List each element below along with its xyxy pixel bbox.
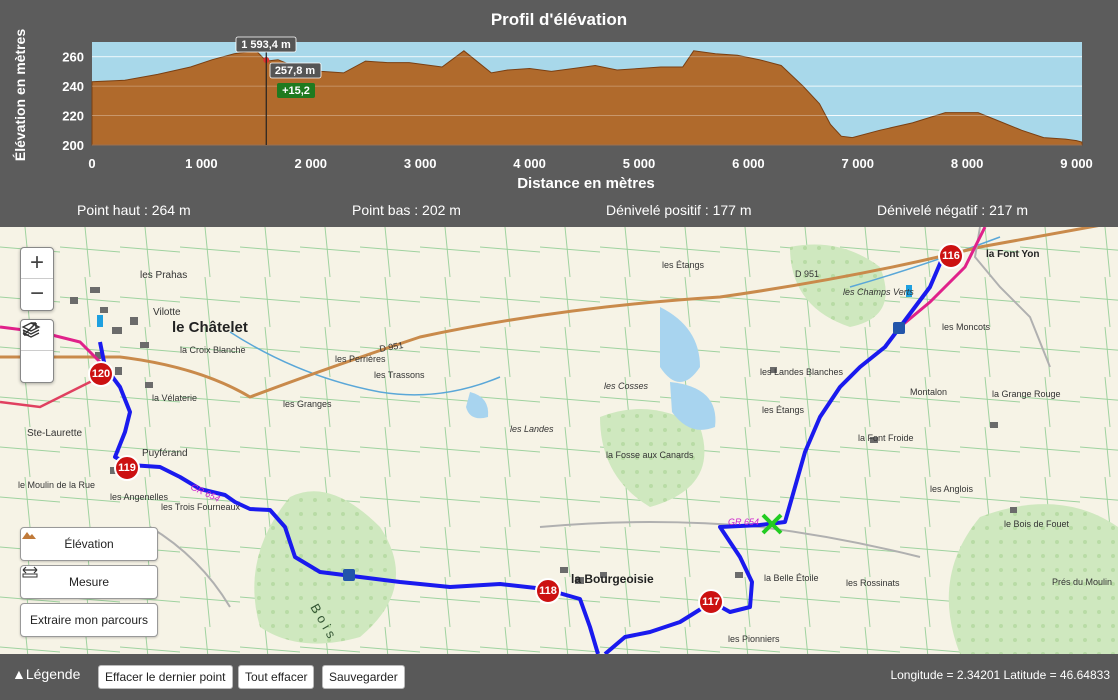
chart-title: Profil d'élévation [491, 10, 627, 29]
place-label: les Pionniers [728, 634, 780, 644]
save-button[interactable]: Sauvegarder [322, 665, 405, 689]
place-label: les Trassons [374, 370, 425, 380]
x-tick-label: 5 000 [623, 156, 656, 171]
clear-all-button[interactable]: Tout effacer [238, 665, 315, 689]
x-tick-label: 7 000 [841, 156, 874, 171]
route-marker[interactable]: 120 [88, 361, 114, 387]
x-tick-label: 3 000 [404, 156, 437, 171]
measure-button[interactable]: Mesure [20, 565, 158, 599]
x-tick-label: 4 000 [513, 156, 546, 171]
info-sign-icon[interactable] [893, 322, 905, 334]
place-label: la Font Froide [858, 433, 914, 443]
svg-text:257,8 m: 257,8 m [275, 65, 316, 77]
elevation-chart: Profil d'élévation Élévation en mètres D… [12, 10, 1093, 192]
place-label: les Moncots [942, 322, 991, 332]
cursor-distance-label: 1 593,4 m [235, 36, 297, 53]
info-sign-icon[interactable] [343, 569, 355, 581]
mountain-icon [22, 532, 36, 539]
cursor-gain-badge: +15,2 [277, 83, 315, 98]
extract-route-button[interactable]: Extraire mon parcours [20, 603, 158, 637]
place-label: les Granges [283, 399, 332, 409]
elevation-button-label: Élévation [64, 537, 114, 551]
y-tick-label: 220 [62, 109, 84, 124]
route-marker[interactable]: 117 [698, 589, 724, 615]
x-tick-label: 0 [88, 156, 95, 171]
map-tools-control [20, 319, 54, 383]
legend-toggle[interactable]: ▲Légende [12, 666, 80, 682]
place-label: la Croix Blanche [180, 345, 246, 355]
layers-button[interactable] [21, 322, 53, 381]
waypoint-flag-icon[interactable] [97, 315, 103, 327]
cursor-coordinates: Longitude = 2.34201 Latitude = 46.64833 [890, 668, 1110, 682]
map-view[interactable]: GR 654 GR 654 D 951 D 951 Bois le Châtel… [0, 227, 1118, 654]
x-tick-label: 6 000 [732, 156, 765, 171]
place-label: les Étangs [662, 260, 705, 270]
measure-button-label: Mesure [68, 575, 109, 589]
place-label: les Landes Blanches [760, 367, 844, 377]
place-label: le Bois de Fouet [1004, 519, 1070, 529]
route-marker[interactable]: 116 [938, 243, 964, 269]
place-label: Vilotte [153, 307, 181, 318]
stat-low-point: Point bas : 202 m [352, 202, 461, 218]
stat-elevation-gain: Dénivelé positif : 177 m [606, 202, 752, 218]
place-label: les Anglois [930, 484, 974, 494]
place-label: les Rossinats [846, 578, 900, 588]
place-label-bourgeoisie: la Bourgeoisie [571, 572, 654, 586]
place-label: les Cosses [604, 381, 649, 391]
place-label: les Étangs [762, 405, 805, 415]
cursor-elevation-label: 257,8 m [269, 62, 322, 79]
place-label: la Grange Rouge [992, 389, 1061, 399]
place-label: Montalon [910, 387, 948, 397]
extract-route-button-label: Extraire mon parcours [29, 613, 149, 627]
stat-elevation-loss: Dénivelé négatif : 217 m [877, 202, 1028, 218]
ruler-arrows-icon [22, 566, 38, 578]
place-label: les Prahas [140, 270, 188, 281]
zoom-out-button[interactable]: − [21, 279, 53, 309]
place-label: Ste-Laurette [27, 428, 83, 439]
x-tick-label: 2 000 [295, 156, 328, 171]
x-tick-label: 8 000 [951, 156, 984, 171]
stat-high-point: Point haut : 264 m [77, 202, 191, 218]
undo-last-point-button[interactable]: Effacer le dernier point [98, 665, 233, 689]
place-label: la Fosse aux Canards [606, 450, 694, 460]
place-label: les Landes [510, 424, 554, 434]
place-label: les Angenelles [110, 492, 169, 502]
elevation-button[interactable]: Élévation [20, 527, 158, 561]
svg-text:+15,2: +15,2 [282, 85, 310, 97]
y-tick-label: 260 [62, 50, 84, 65]
layers-icon [21, 322, 41, 338]
place-label-font-yon: la Font Yon [986, 249, 1040, 260]
zoom-control: + − [20, 247, 54, 311]
triangle-up-icon: ▲ [12, 666, 26, 682]
place-label: les Perrières [335, 354, 386, 364]
x-tick-label: 1 000 [185, 156, 218, 171]
x-axis-label: Distance en mètres [517, 175, 655, 192]
y-tick-label: 240 [62, 79, 84, 94]
place-label: le Moulin de la Rue [18, 480, 96, 490]
elevation-panel: Profil d'élévation Élévation en mètres D… [0, 0, 1118, 227]
route-marker[interactable]: 119 [114, 455, 140, 481]
x-tick-label: 9 000 [1060, 156, 1093, 171]
place-label: Prés du Moulin [1052, 577, 1113, 587]
legend-label: Légende [25, 666, 81, 682]
road-label: D 951 [795, 269, 819, 279]
place-label: la Belle Étoile [764, 573, 819, 583]
y-axis-label: Élévation en mètres [12, 29, 28, 161]
place-label-chatelet: le Châtelet [172, 319, 248, 336]
svg-text:1 593,4 m: 1 593,4 m [241, 39, 291, 51]
y-tick-label: 200 [62, 138, 84, 153]
trail-label: GR 654 [728, 517, 759, 527]
place-label: les Champs Verts [843, 287, 914, 297]
place-label: Puyférand [142, 448, 188, 459]
place-label: la Vélaterie [152, 393, 198, 403]
place-label: les Trois Fourneaux [161, 502, 241, 512]
route-marker[interactable]: 118 [535, 578, 561, 604]
bottom-toolbar: ▲Légende Effacer le dernier point Tout e… [0, 654, 1118, 700]
zoom-in-button[interactable]: + [21, 248, 53, 279]
